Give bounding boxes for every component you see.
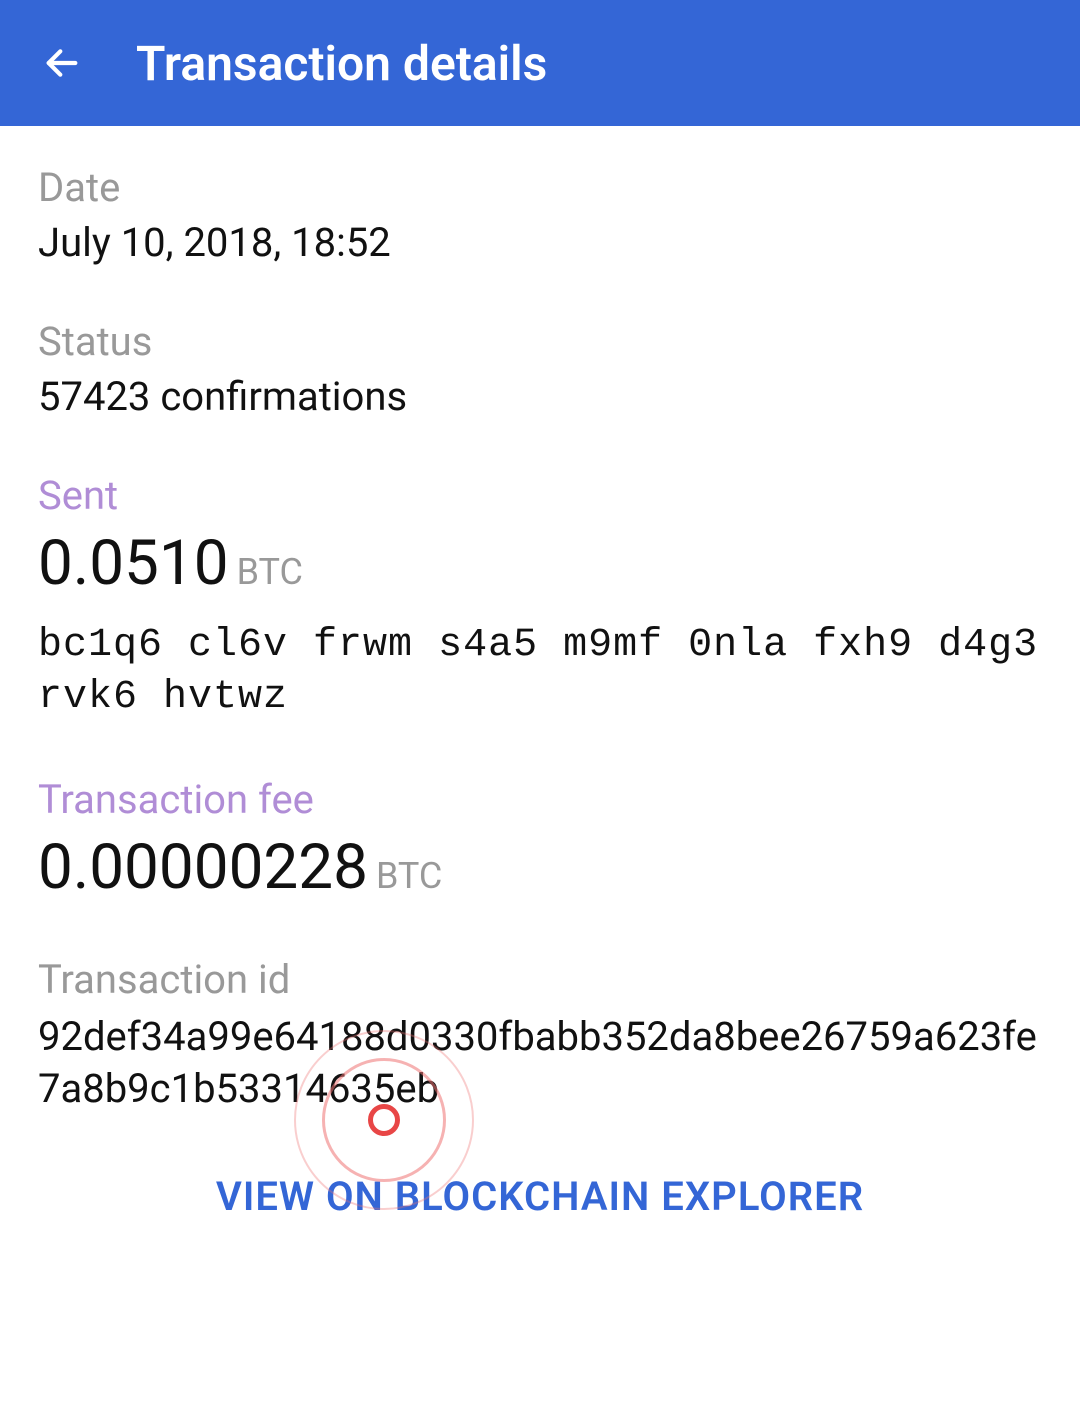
date-label: Date: [38, 164, 1042, 211]
fee-label: Transaction fee: [38, 776, 1042, 823]
date-section: Date July 10, 2018, 18:52: [38, 164, 1042, 266]
page-title: Transaction details: [136, 35, 547, 92]
txid-section: Transaction id 92def34a99e64188d0330fbab…: [38, 956, 1042, 1115]
back-button[interactable]: [38, 39, 86, 87]
sent-amount-row: 0.0510 BTC: [38, 527, 1042, 600]
status-value: 57423 confirmations: [38, 373, 1042, 420]
fee-amount-row: 0.00000228 BTC: [38, 831, 1042, 904]
arrow-left-icon: [42, 43, 82, 83]
recipient-address: bc1q6 cl6v frwm s4a5 m9mf 0nla fxh9 d4g3…: [38, 620, 1042, 724]
content-area: Date July 10, 2018, 18:52 Status 57423 c…: [0, 126, 1080, 1220]
status-label: Status: [38, 318, 1042, 365]
view-on-explorer-link[interactable]: VIEW ON BLOCKCHAIN EXPLORER: [38, 1173, 1042, 1220]
fee-currency: BTC: [376, 855, 442, 897]
app-header: Transaction details: [0, 0, 1080, 126]
sent-currency: BTC: [237, 551, 303, 593]
fee-amount: 0.00000228: [38, 831, 368, 904]
date-value: July 10, 2018, 18:52: [38, 219, 1042, 266]
txid-value: 92def34a99e64188d0330fbabb352da8bee26759…: [38, 1011, 1042, 1115]
sent-label: Sent: [38, 472, 1042, 519]
sent-section: Sent 0.0510 BTC bc1q6 cl6v frwm s4a5 m9m…: [38, 472, 1042, 724]
fee-section: Transaction fee 0.00000228 BTC: [38, 776, 1042, 904]
txid-label: Transaction id: [38, 956, 1042, 1003]
status-section: Status 57423 confirmations: [38, 318, 1042, 420]
sent-amount: 0.0510: [38, 527, 229, 600]
